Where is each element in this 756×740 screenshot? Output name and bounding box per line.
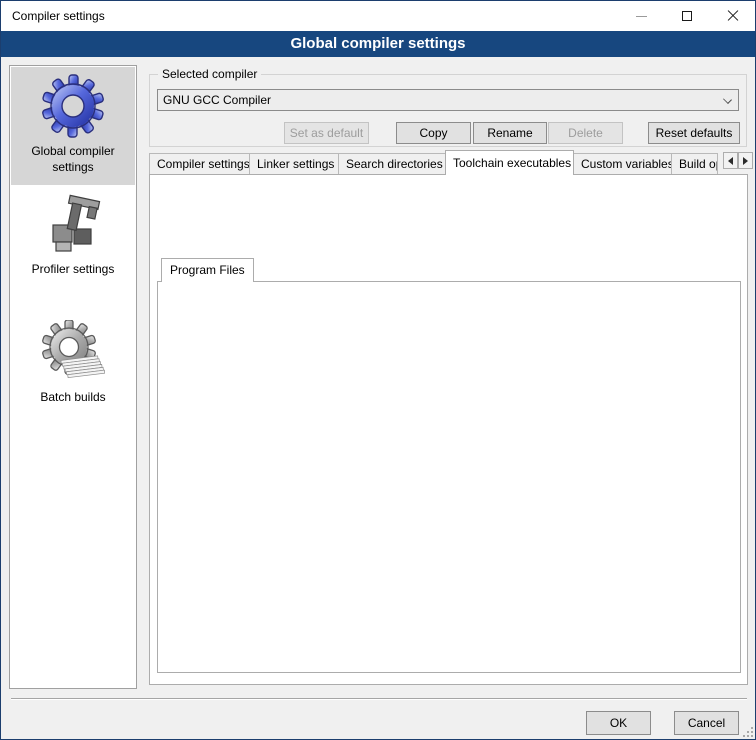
delete-button[interactable]: Delete <box>548 122 623 144</box>
tab-custom-variables[interactable]: Custom variables <box>573 153 672 175</box>
rename-button[interactable]: Rename <box>473 122 547 144</box>
titlebar[interactable]: Compiler settings <box>1 1 755 31</box>
compiler-select[interactable]: GNU GCC Compiler <box>157 89 739 111</box>
resize-grip[interactable] <box>741 725 753 737</box>
profiler-caliper-icon <box>41 192 105 256</box>
tab-scroll-right-icon <box>743 157 752 165</box>
copy-button[interactable]: Copy <box>396 122 471 144</box>
tab-search-directories[interactable]: Search directories <box>338 153 446 175</box>
tab-scroll-right-button[interactable] <box>738 152 753 169</box>
minimize-icon <box>636 16 647 17</box>
chevron-down-icon <box>723 95 732 104</box>
selected-compiler-group-title: Selected compiler <box>158 67 261 81</box>
tab-build-options[interactable]: Build options <box>671 153 718 175</box>
minimize-button[interactable] <box>618 1 664 31</box>
tab-toolchain-executables[interactable]: Toolchain executables <box>445 150 574 175</box>
reset-defaults-button[interactable]: Reset defaults <box>648 122 740 144</box>
sidebar-item-global-compiler-settings[interactable]: Global compiler settings <box>11 67 135 185</box>
page-title: Global compiler settings <box>1 31 755 57</box>
ok-button[interactable]: OK <box>586 711 651 735</box>
close-button[interactable] <box>710 1 756 31</box>
tab-compiler-settings[interactable]: Compiler settings <box>149 153 250 175</box>
blue-gear-icon <box>41 74 105 138</box>
tab-scroll-left-button[interactable] <box>723 152 738 169</box>
sidebar-item-profiler-settings[interactable]: Profiler settings <box>11 190 135 290</box>
settings-sidebar: Global compiler settings Profiler settin… <box>9 65 137 689</box>
maximize-icon <box>682 11 692 21</box>
set-as-default-button[interactable]: Set as default <box>284 122 369 144</box>
cancel-button[interactable]: Cancel <box>674 711 739 735</box>
compiler-settings-dialog: Compiler settings Global compiler settin… <box>0 0 756 740</box>
close-icon <box>727 10 739 22</box>
window-title: Compiler settings <box>12 1 105 31</box>
sidebar-item-batch-builds[interactable]: Batch builds <box>11 318 135 416</box>
footer-divider <box>11 698 747 700</box>
sidebar-item-label: Global compiler settings <box>11 143 135 175</box>
batch-builds-icon <box>41 320 105 384</box>
program-files-panel <box>157 281 741 673</box>
subtab-program-files[interactable]: Program Files <box>161 258 254 282</box>
maximize-button[interactable] <box>664 1 710 31</box>
tab-scroll-left-icon <box>724 157 733 165</box>
tab-linker-settings[interactable]: Linker settings <box>249 153 339 175</box>
sidebar-item-label: Batch builds <box>40 389 105 405</box>
sidebar-item-label: Profiler settings <box>32 261 115 277</box>
compiler-select-value: GNU GCC Compiler <box>163 93 271 107</box>
